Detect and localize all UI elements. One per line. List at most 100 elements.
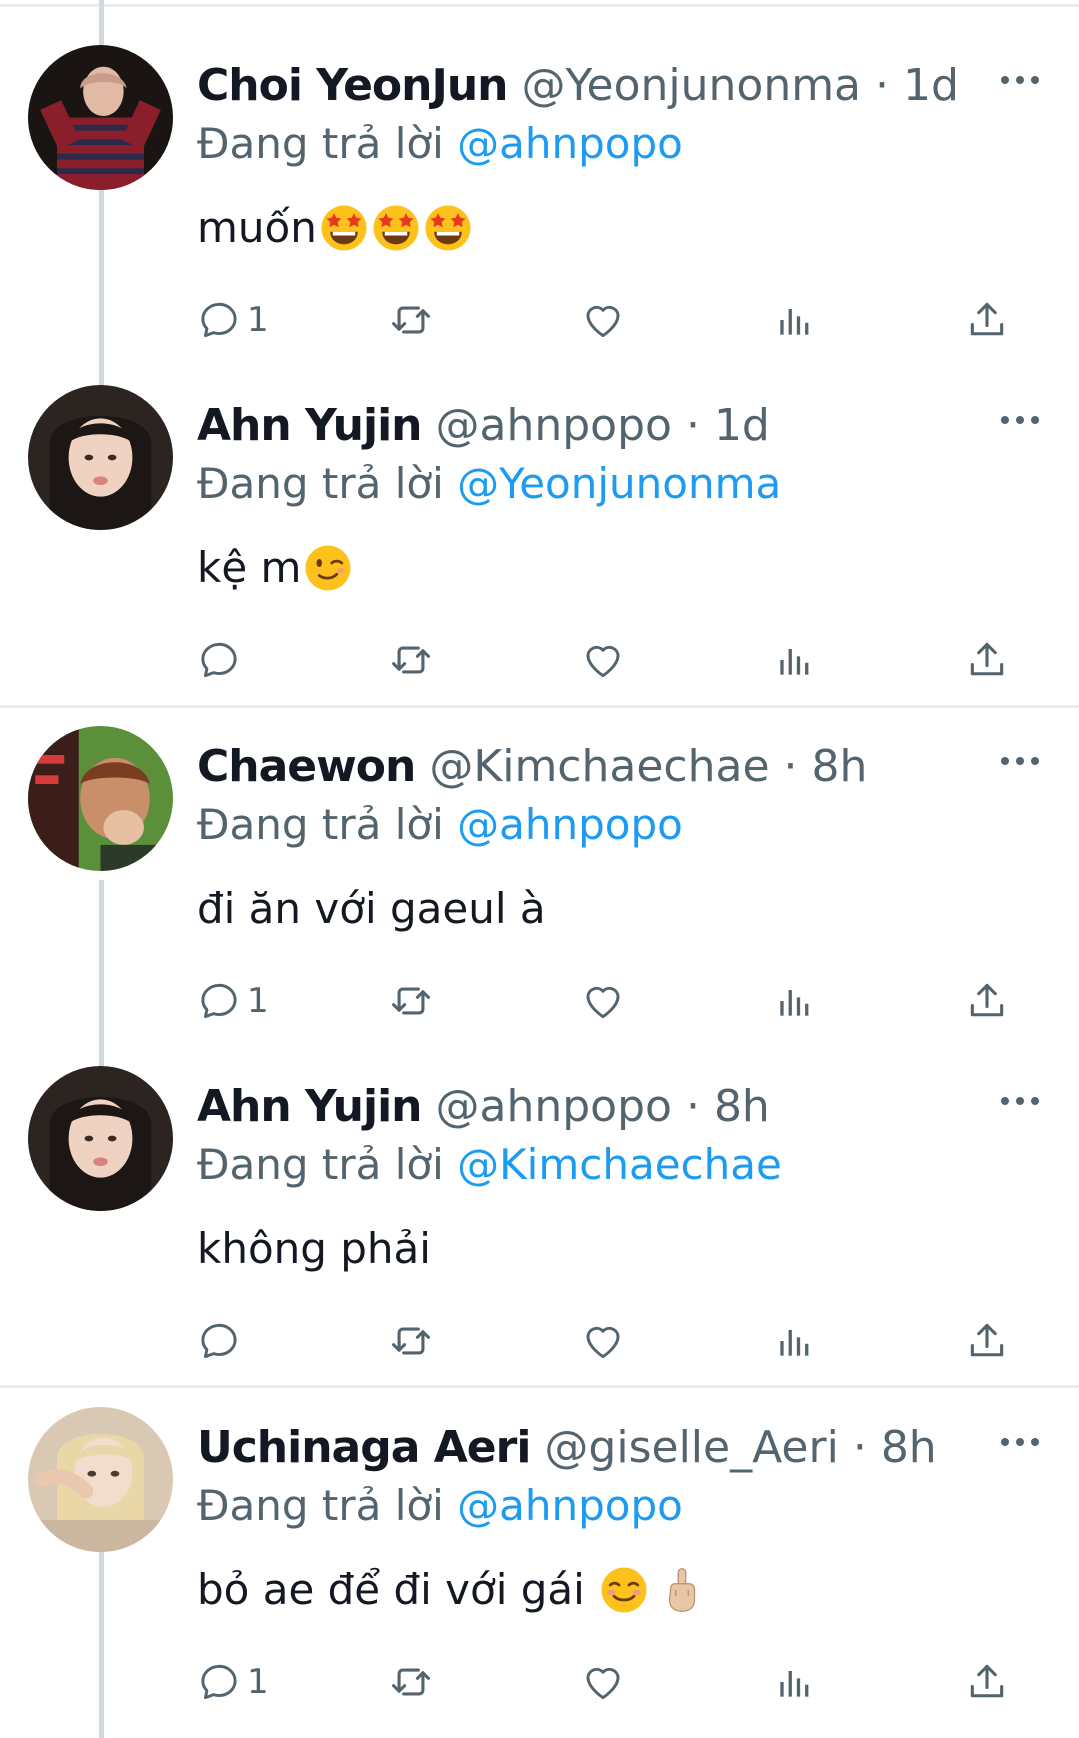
like-button[interactable]	[581, 976, 625, 1026]
tweet-text-content: không phải	[197, 1224, 431, 1273]
display-name[interactable]: Ahn Yujin	[197, 400, 422, 451]
tweet-text: đi ăn với gaeul à	[197, 881, 546, 937]
avatar[interactable]	[28, 45, 173, 190]
tweet[interactable]: Uchinaga Aeri @giselle_Aeri · 8h Đang tr…	[0, 1362, 1079, 1702]
reply-mention-link[interactable]: @Kimchaechae	[457, 1140, 782, 1189]
views-button[interactable]	[773, 635, 817, 685]
views-button[interactable]	[773, 295, 817, 345]
retweet-button[interactable]	[389, 635, 433, 685]
tweet[interactable]: Choi YeonJun @Yeonjunonma · 1d Đang trả …	[0, 0, 1079, 340]
reply-mention-link[interactable]: @ahnpopo	[457, 119, 683, 168]
avatar[interactable]	[28, 1066, 173, 1211]
reply-button[interactable]	[197, 635, 247, 685]
retweet-button[interactable]	[389, 1657, 433, 1707]
retweet-icon	[389, 298, 433, 342]
display-name[interactable]: Chaewon	[197, 741, 416, 792]
retweet-button[interactable]	[389, 1316, 433, 1366]
reply-button[interactable]: 1	[197, 1657, 269, 1707]
avatar[interactable]	[28, 385, 173, 530]
tweet-text: muốn	[197, 200, 473, 256]
reply-count: 1	[247, 1662, 269, 1702]
user-handle[interactable]: @Yeonjunonma	[521, 60, 861, 111]
tweet-actions: 1	[197, 976, 1017, 1026]
display-name[interactable]: Uchinaga Aeri	[197, 1422, 531, 1473]
timestamp[interactable]: 1d	[714, 400, 770, 451]
views-icon	[773, 979, 817, 1023]
share-button[interactable]	[965, 976, 1009, 1026]
more-icon[interactable]	[998, 1093, 1042, 1109]
reply-prefix: Đang trả lời	[197, 119, 444, 168]
user-handle[interactable]: @ahnpopo	[436, 400, 672, 451]
share-icon	[965, 638, 1009, 682]
reply-prefix: Đang trả lời	[197, 1140, 444, 1189]
tweet[interactable]: Chaewon @Kimchaechae · 8h Đang trả lời @…	[0, 681, 1079, 1021]
more-icon[interactable]	[998, 72, 1042, 88]
more-icon[interactable]	[998, 1434, 1042, 1450]
tweet-text-content: đi ăn với gaeul à	[197, 884, 546, 933]
reply-icon	[197, 638, 241, 682]
reply-mention-link[interactable]: @ahnpopo	[457, 1481, 683, 1530]
share-icon	[965, 979, 1009, 1023]
reply-context: Đang trả lời @ahnpopo	[197, 1480, 683, 1532]
reply-button[interactable]: 1	[197, 295, 269, 345]
reply-mention-link[interactable]: @Yeonjunonma	[457, 459, 781, 508]
avatar-image	[28, 1066, 173, 1211]
winking-face-emoji-icon	[303, 543, 353, 593]
separator-dot: ·	[685, 1081, 700, 1132]
share-button[interactable]	[965, 1657, 1009, 1707]
heart-icon	[581, 298, 625, 342]
timestamp[interactable]: 8h	[881, 1422, 937, 1473]
reply-button[interactable]: 1	[197, 976, 269, 1026]
reply-count: 1	[247, 300, 269, 340]
share-icon	[965, 298, 1009, 342]
reply-context: Đang trả lời @ahnpopo	[197, 118, 683, 170]
like-button[interactable]	[581, 635, 625, 685]
timestamp[interactable]: 1d	[903, 60, 959, 111]
views-icon	[773, 1319, 817, 1363]
user-handle[interactable]: @giselle_Aeri	[544, 1422, 838, 1473]
views-icon	[773, 638, 817, 682]
reply-feed: Choi YeonJun @Yeonjunonma · 1d Đang trả …	[0, 0, 1079, 1738]
reply-icon	[197, 298, 241, 342]
heart-icon	[581, 1319, 625, 1363]
like-button[interactable]	[581, 1316, 625, 1366]
tweet-actions: 1	[197, 1657, 1017, 1707]
retweet-button[interactable]	[389, 295, 433, 345]
share-button[interactable]	[965, 295, 1009, 345]
display-name[interactable]: Choi YeonJun	[197, 60, 508, 111]
smiling-face-emoji-icon	[599, 1565, 649, 1615]
reply-button[interactable]	[197, 1316, 247, 1366]
more-icon[interactable]	[998, 753, 1042, 769]
retweet-button[interactable]	[389, 976, 433, 1026]
timestamp[interactable]: 8h	[714, 1081, 770, 1132]
like-button[interactable]	[581, 1657, 625, 1707]
share-button[interactable]	[965, 1316, 1009, 1366]
tweet[interactable]: Ahn Yujin @ahnpopo · 1d Đang trả lời @Ye…	[0, 340, 1079, 680]
tweet-actions: 1	[197, 295, 1017, 345]
tweet-actions	[197, 635, 1017, 685]
middle-finger-emoji-icon	[657, 1565, 707, 1615]
reply-context: Đang trả lời @Yeonjunonma	[197, 458, 781, 510]
like-button[interactable]	[581, 295, 625, 345]
more-icon[interactable]	[998, 412, 1042, 428]
timestamp[interactable]: 8h	[812, 741, 868, 792]
tweet-header: Ahn Yujin @ahnpopo · 1d	[197, 398, 987, 454]
display-name[interactable]: Ahn Yujin	[197, 1081, 422, 1132]
views-button[interactable]	[773, 1316, 817, 1366]
avatar[interactable]	[28, 1407, 173, 1552]
views-button[interactable]	[773, 1657, 817, 1707]
user-handle[interactable]: @ahnpopo	[436, 1081, 672, 1132]
user-handle[interactable]: @Kimchaechae	[429, 741, 769, 792]
reply-context: Đang trả lời @Kimchaechae	[197, 1139, 782, 1191]
avatar[interactable]	[28, 726, 173, 871]
reply-mention-link[interactable]: @ahnpopo	[457, 800, 683, 849]
tweet-text-content: bỏ ae để đi với gái	[197, 1565, 585, 1614]
heart-icon	[581, 979, 625, 1023]
tweet-header: Uchinaga Aeri @giselle_Aeri · 8h	[197, 1420, 987, 1476]
tweet[interactable]: Ahn Yujin @ahnpopo · 8h Đang trả lời @Ki…	[0, 1021, 1079, 1361]
separator-dot: ·	[783, 741, 798, 792]
retweet-icon	[389, 1319, 433, 1363]
share-button[interactable]	[965, 635, 1009, 685]
views-button[interactable]	[773, 976, 817, 1026]
tweet-header: Choi YeonJun @Yeonjunonma · 1d	[197, 58, 987, 114]
